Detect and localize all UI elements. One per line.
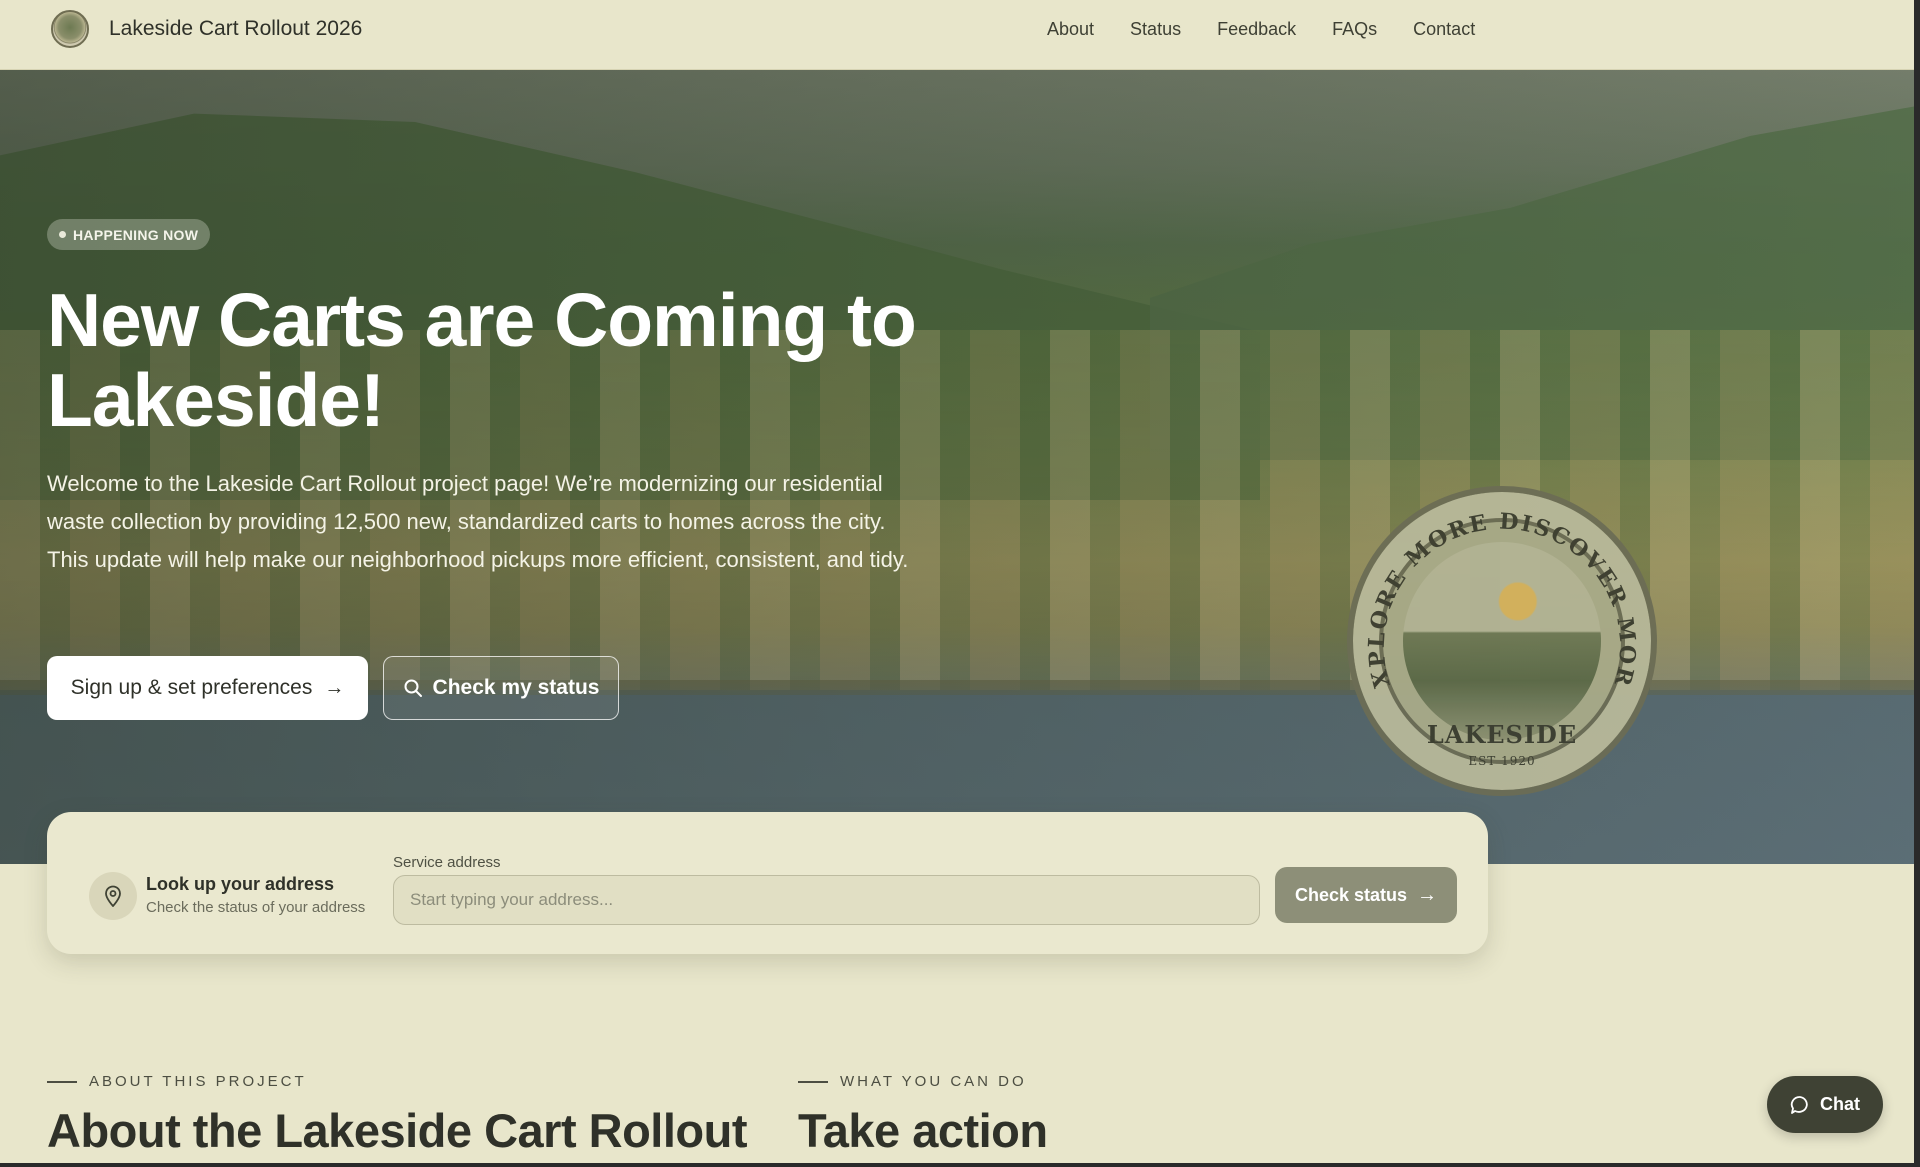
check-status-label: Check status [1294, 884, 1408, 905]
arrow-right-icon: → [324, 676, 345, 699]
hero-section: EXPLORE MORE DISCOVER MORE LAKESIDE EST … [0, 70, 1914, 864]
hero-description: Welcome to the Lakeside Cart Rollout pro… [47, 471, 909, 572]
action-eyebrow: WHAT YOU CAN DO [798, 1073, 1027, 1090]
nav-status[interactable]: Status [1130, 19, 1181, 40]
lakeside-seal: EXPLORE MORE DISCOVER MORE LAKESIDE EST … [1347, 486, 1657, 796]
seal-est: EST 1920 [1468, 754, 1536, 768]
check-my-status-label: Check my status [432, 676, 600, 699]
action-section-title: Take action [798, 1104, 1048, 1157]
seal-landscape-emblem [1403, 542, 1601, 740]
lakeside-logo[interactable] [51, 10, 89, 48]
lookup-subtitle: Check the status of your address [146, 899, 366, 916]
chat-button[interactable]: Chat [1767, 1076, 1883, 1133]
action-eyebrow-text: WHAT YOU CAN DO [840, 1073, 1027, 1090]
about-section-title: About the Lakeside Cart Rollout [47, 1104, 748, 1157]
nav-contact[interactable]: Contact [1413, 19, 1475, 40]
service-address-input[interactable] [393, 875, 1260, 925]
window-edge [1914, 0, 1920, 1167]
site-header: Lakeside Cart Rollout 2026 About Status … [0, 0, 1914, 70]
chat-bubble-icon [1790, 1095, 1808, 1114]
map-pin-icon [89, 872, 137, 920]
check-my-status-button[interactable]: Check my status [383, 656, 619, 720]
address-lookup-card: Look up your address Check the status of… [47, 812, 1488, 954]
service-address-label: Service address [393, 854, 501, 871]
seal-name: LAKESIDE [1426, 720, 1578, 749]
search-icon [404, 679, 422, 697]
site-title[interactable]: Lakeside Cart Rollout 2026 [109, 17, 362, 41]
nav-feedback[interactable]: Feedback [1217, 19, 1296, 40]
sign-up-button-label: Sign up & set preferences [70, 676, 313, 699]
about-eyebrow: ABOUT THIS PROJECT [47, 1073, 307, 1090]
sign-up-button[interactable]: Sign up & set preferences → [47, 656, 368, 720]
nav-about[interactable]: About [1047, 19, 1094, 40]
lookup-title: Look up your address [146, 874, 335, 894]
window-bottom-edge [0, 1163, 1920, 1167]
chat-label: Chat [1820, 1094, 1860, 1114]
check-status-button[interactable]: Check status → [1275, 867, 1457, 923]
nav-faqs[interactable]: FAQs [1332, 19, 1377, 40]
hero-title: New Carts are Coming to Lakeside! [47, 278, 917, 442]
main-nav: About Status Feedback FAQs Contact [1047, 19, 1511, 40]
status-badge: HAPPENING NOW [47, 219, 211, 250]
arrow-right-icon: → [1417, 883, 1438, 906]
about-eyebrow-text: ABOUT THIS PROJECT [89, 1073, 307, 1090]
